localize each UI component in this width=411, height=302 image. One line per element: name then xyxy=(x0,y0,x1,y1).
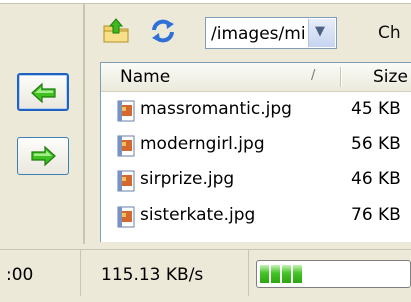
green-arrow-left-icon xyxy=(31,83,56,103)
refresh-icon[interactable] xyxy=(149,18,177,44)
sort-indicator: / xyxy=(311,68,316,83)
forward-button[interactable] xyxy=(17,137,69,175)
list-item[interactable]: sirprize.jpg 46 KB xyxy=(115,166,411,196)
toolbar-truncated-label[interactable]: Ch xyxy=(378,23,401,43)
file-list[interactable]: Name / Size massromantic.jpg 45 KB moder… xyxy=(100,62,411,242)
file-name: sisterkate.jpg xyxy=(140,205,256,225)
column-header-size[interactable]: Size xyxy=(373,67,408,87)
list-item[interactable]: massromantic.jpg 45 KB xyxy=(115,96,411,126)
file-size: 56 KB xyxy=(351,134,401,154)
back-button[interactable] xyxy=(17,73,69,111)
elapsed-time: :00 xyxy=(6,265,34,285)
file-list-header: Name / Size xyxy=(101,63,411,92)
list-item[interactable]: sisterkate.jpg 76 KB xyxy=(115,202,411,232)
image-file-icon xyxy=(117,135,135,157)
image-file-icon xyxy=(117,170,135,192)
list-item[interactable]: moderngirl.jpg 56 KB xyxy=(115,131,411,161)
image-file-icon xyxy=(117,100,135,122)
progress-segment xyxy=(293,265,302,283)
file-name: moderngirl.jpg xyxy=(140,134,265,154)
path-value: /images/mi xyxy=(211,24,306,44)
file-size: 46 KB xyxy=(351,169,401,189)
file-name: massromantic.jpg xyxy=(140,99,292,119)
column-header-name[interactable]: Name xyxy=(120,67,170,87)
folder-up-icon[interactable] xyxy=(102,18,130,44)
progress-segment xyxy=(282,265,291,283)
path-combobox[interactable]: /images/mi ▼ xyxy=(205,17,337,49)
image-file-icon xyxy=(117,206,135,228)
transfer-progress-bar xyxy=(256,260,411,288)
navigation-panel xyxy=(0,4,86,244)
panel-divider xyxy=(83,4,85,244)
transfer-speed: 115.13 KB/s xyxy=(101,265,204,285)
file-size: 76 KB xyxy=(351,205,401,225)
chevron-down-icon: ▼ xyxy=(315,24,325,39)
progress-segment xyxy=(271,265,280,283)
status-bar: :00 115.13 KB/s xyxy=(0,249,411,302)
progress-segment xyxy=(260,265,269,283)
column-separator-highlight xyxy=(341,67,342,87)
toolbar: /images/mi ▼ Ch xyxy=(92,4,411,56)
path-dropdown-button[interactable]: ▼ xyxy=(308,19,335,47)
green-arrow-right-icon xyxy=(31,146,56,166)
file-name: sirprize.jpg xyxy=(140,169,235,189)
file-size: 45 KB xyxy=(351,99,401,119)
